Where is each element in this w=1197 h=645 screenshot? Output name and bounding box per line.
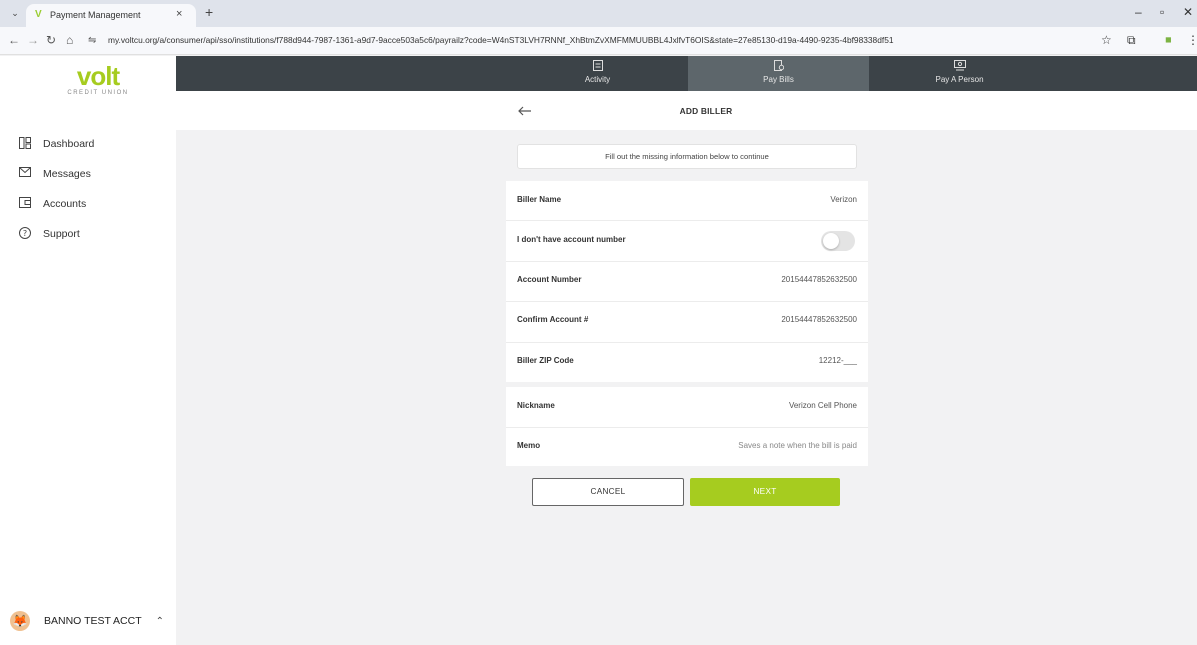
- nickname-input[interactable]: Verizon Cell Phone: [789, 401, 857, 410]
- profile-icon[interactable]: ◼: [1165, 35, 1172, 44]
- site-info-icon[interactable]: ⇋: [88, 35, 96, 46]
- sidebar-item-label: Messages: [43, 168, 91, 180]
- sidebar-item-label: Support: [43, 228, 80, 240]
- field-label: Biller Name: [517, 195, 562, 204]
- sidebar-item-label: Accounts: [43, 198, 87, 210]
- back-arrow-icon[interactable]: ←: [8, 33, 20, 47]
- next-button[interactable]: NEXT: [690, 478, 840, 506]
- minimize-button[interactable]: –: [1135, 5, 1142, 19]
- field-label: Nickname: [517, 401, 555, 410]
- zip-code-row[interactable]: Biller ZIP Code 12212-___: [506, 342, 868, 382]
- confirm-account-input[interactable]: 20154447852632500: [781, 315, 857, 324]
- back-arrow-icon[interactable]: [518, 103, 532, 119]
- field-label: Memo: [517, 441, 541, 450]
- bookmark-star-icon[interactable]: ☆: [1101, 33, 1112, 47]
- address-bar[interactable]: my.voltcu.org/a/consumer/api/sso/institu…: [108, 35, 894, 45]
- sidebar-item-dashboard[interactable]: Dashboard: [18, 134, 94, 154]
- tab-list-chevron-icon[interactable]: ⌄: [8, 6, 22, 20]
- optional-details-card: Nickname Verizon Cell Phone Memo Saves a…: [506, 387, 868, 466]
- field-label: Confirm Account #: [517, 315, 589, 324]
- user-menu[interactable]: 🦊 BANNO TEST ACCT ⌃: [10, 611, 164, 631]
- biller-details-card: Biller Name Verizon I don't have account…: [506, 181, 868, 382]
- tab-label: Pay Bills: [763, 75, 794, 84]
- account-number-input[interactable]: 20154447852632500: [781, 275, 857, 284]
- new-tab-button[interactable]: +: [205, 4, 213, 20]
- field-label: Biller ZIP Code: [517, 356, 574, 365]
- tab-label: Pay A Person: [935, 75, 984, 84]
- volt-favicon-icon: V: [35, 9, 42, 20]
- toggle-knob: [823, 233, 839, 249]
- top-nav: Activity Pay Bills Pay A Person: [176, 56, 1197, 91]
- browser-toolbar: ← → ↻ ⌂ ⇋ my.voltcu.org/a/consumer/api/s…: [0, 27, 1197, 55]
- browser-tab[interactable]: V Payment Management ×: [26, 4, 196, 27]
- sidebar: volt CREDIT UNION Dashboard Messages Acc…: [0, 56, 176, 645]
- sidebar-item-messages[interactable]: Messages: [18, 164, 91, 184]
- tab-pay-bills[interactable]: Pay Bills: [688, 56, 869, 91]
- page-header: ADD BILLER: [176, 91, 1197, 130]
- close-window-button[interactable]: ✕: [1183, 5, 1193, 19]
- memo-row[interactable]: Memo Saves a note when the bill is paid: [506, 427, 868, 467]
- biller-name-value: Verizon: [830, 195, 857, 204]
- page-title: ADD BILLER: [679, 106, 733, 116]
- sidebar-item-support[interactable]: ? Support: [18, 224, 80, 244]
- wallet-icon: [18, 197, 32, 211]
- home-icon[interactable]: ⌂: [66, 33, 73, 47]
- no-account-row: I don't have account number: [506, 221, 868, 261]
- field-label: I don't have account number: [517, 235, 626, 244]
- bill-icon: [688, 60, 869, 73]
- browser-menu-icon[interactable]: ⋮: [1187, 33, 1197, 47]
- dashboard-icon: [18, 137, 32, 151]
- sidebar-item-label: Dashboard: [43, 138, 95, 150]
- account-number-row[interactable]: Account Number 20154447852632500: [506, 261, 868, 301]
- person-pay-icon: [869, 60, 1050, 73]
- zip-code-input[interactable]: 12212-___: [819, 356, 857, 365]
- tab-close-icon[interactable]: ×: [176, 8, 182, 20]
- field-label: Account Number: [517, 275, 582, 284]
- sidebar-item-accounts[interactable]: Accounts: [18, 194, 86, 214]
- logo-subtitle: CREDIT UNION: [67, 90, 129, 96]
- envelope-icon: [18, 167, 32, 181]
- forward-arrow-icon[interactable]: →: [27, 33, 39, 47]
- svg-text:?: ?: [23, 229, 27, 238]
- tab-label: Activity: [584, 75, 611, 84]
- fox-avatar-icon: 🦊: [10, 611, 30, 631]
- memo-input[interactable]: Saves a note when the bill is paid: [738, 441, 857, 450]
- tab-title: Payment Management: [50, 10, 141, 20]
- browser-tab-bar: ⌄ V Payment Management × + – ▫ ✕: [0, 0, 1197, 27]
- biller-name-row: Biller Name Verizon: [506, 181, 868, 221]
- help-circle-icon: ?: [18, 227, 32, 241]
- volt-logo[interactable]: volt CREDIT UNION: [58, 62, 138, 96]
- user-name: BANNO TEST ACCT: [44, 615, 142, 627]
- tab-pay-a-person[interactable]: Pay A Person: [869, 56, 1050, 91]
- chevron-up-icon: ⌃: [155, 615, 165, 627]
- activity-icon: [507, 60, 688, 73]
- nickname-row[interactable]: Nickname Verizon Cell Phone: [506, 387, 868, 427]
- info-notice: Fill out the missing information below t…: [517, 144, 857, 169]
- no-account-toggle[interactable]: [821, 231, 855, 251]
- restore-button[interactable]: ▫: [1160, 5, 1164, 19]
- logo-wordmark: volt: [76, 61, 120, 91]
- tab-activity[interactable]: Activity: [507, 56, 688, 91]
- reload-icon[interactable]: ↻: [46, 33, 56, 47]
- cancel-button[interactable]: CANCEL: [532, 478, 684, 506]
- confirm-account-row[interactable]: Confirm Account # 20154447852632500: [506, 301, 868, 341]
- extensions-icon[interactable]: ⧉: [1127, 33, 1136, 48]
